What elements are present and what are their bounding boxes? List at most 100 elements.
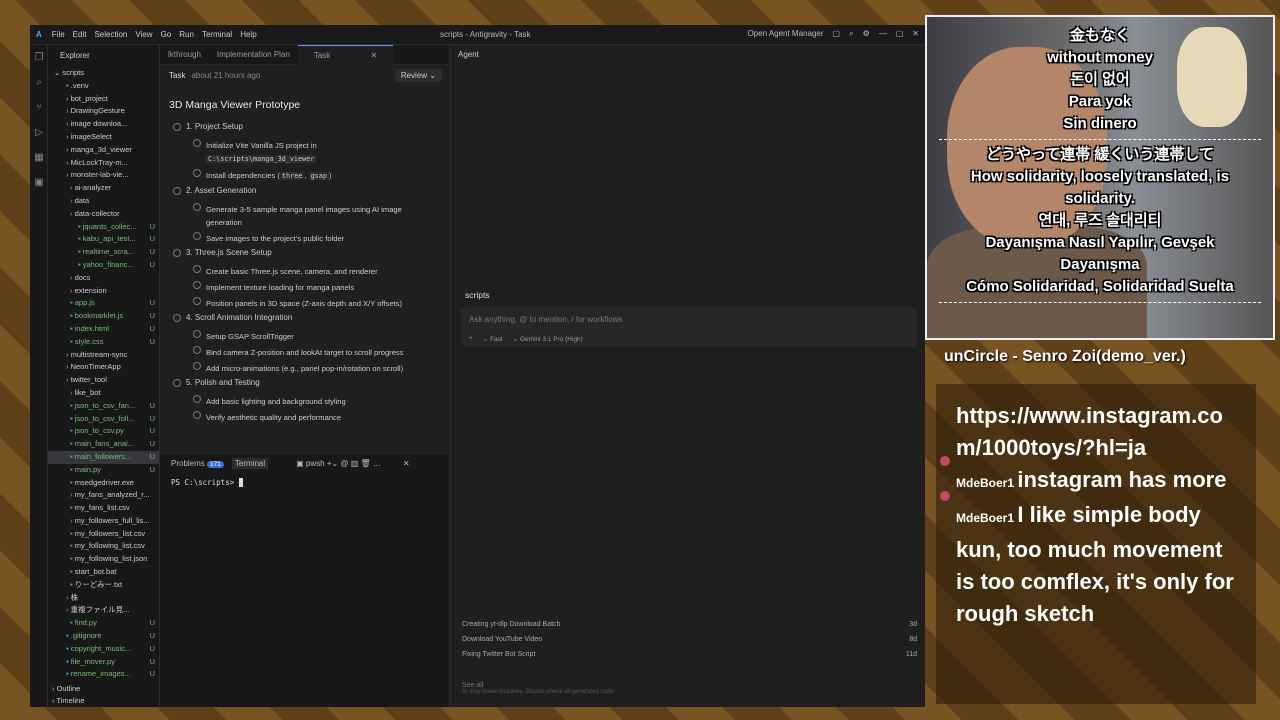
maximize-button[interactable]: ▢ xyxy=(896,29,904,39)
tree-item[interactable]: › multistream-sync xyxy=(48,349,159,362)
settings-icon[interactable]: ⚙ xyxy=(863,29,870,39)
tree-item[interactable]: ▪ start_bot.bat xyxy=(48,566,159,579)
tab-terminal[interactable]: Terminal xyxy=(231,457,269,469)
menu-item-terminal[interactable]: Terminal xyxy=(202,30,232,39)
tree-item[interactable]: › extension xyxy=(48,285,159,298)
checkbox-circle-icon[interactable] xyxy=(193,232,201,240)
tree-item[interactable]: ▪ index.html U xyxy=(48,323,159,336)
tree-item[interactable]: ▪ my_following_list.json xyxy=(48,553,159,566)
tab-walkthrough[interactable]: lkthrough xyxy=(160,50,209,59)
menu-item-view[interactable]: View xyxy=(135,30,152,39)
tree-item[interactable]: ▪ app.js U xyxy=(48,297,159,310)
tree-item[interactable]: › my_followers_full_lis... xyxy=(48,515,159,528)
tree-item[interactable]: › my_fans_analyzed_r... xyxy=(48,489,159,502)
checkbox-circle-icon[interactable] xyxy=(193,346,201,354)
task-item[interactable]: Save images to the project's public fold… xyxy=(193,232,438,245)
tree-item[interactable]: ▪ .gitignore U xyxy=(48,630,159,643)
tree-item[interactable]: ▪ .venv xyxy=(48,80,159,93)
tree-item[interactable]: › bot_project xyxy=(48,93,159,106)
see-all-link[interactable]: See all xyxy=(462,682,483,689)
outline-section[interactable]: › Outline xyxy=(52,684,80,693)
checkbox-circle-icon[interactable] xyxy=(193,362,201,370)
task-item[interactable]: Implement texture loading for manga pane… xyxy=(193,281,438,294)
source-control-icon[interactable]: ⑂ xyxy=(30,95,48,120)
tree-item[interactable]: ▪ main.py U xyxy=(48,464,159,477)
checkbox-circle-icon[interactable] xyxy=(193,330,201,338)
timeline-section[interactable]: › Timeline xyxy=(52,696,85,705)
tree-item[interactable]: › docs xyxy=(48,272,159,285)
tree-item[interactable]: ▪ yahoo_financ... U xyxy=(48,259,159,272)
menu-item-edit[interactable]: Edit xyxy=(73,30,87,39)
tree-item[interactable]: › manga_3d_viewer xyxy=(48,144,159,157)
menu-item-run[interactable]: Run xyxy=(179,30,194,39)
recent-conversation-item[interactable]: Creating yt-dlp Download Batch 3d xyxy=(462,621,917,636)
tree-item[interactable]: ▪ kabu_api_test... U xyxy=(48,233,159,246)
checkbox-circle-icon[interactable] xyxy=(193,139,201,147)
task-item[interactable]: Add micro-animations (e.g., panel pop-in… xyxy=(193,362,438,375)
task-item[interactable]: Install dependencies (three, gsap) xyxy=(193,169,438,183)
tree-item[interactable]: › image downloa... xyxy=(48,118,159,131)
tree-item[interactable]: › ai-analyzer xyxy=(48,182,159,195)
review-button[interactable]: Review ⌄ xyxy=(394,69,442,82)
tree-item[interactable]: ▪ json_to_csv.py U xyxy=(48,425,159,438)
tree-item[interactable]: › monster-lab-vie... xyxy=(48,169,159,182)
task-item[interactable]: Generate 3-5 sample manga panel images u… xyxy=(193,203,438,229)
menu-item-selection[interactable]: Selection xyxy=(94,30,127,39)
checkbox-circle-icon[interactable] xyxy=(193,203,201,211)
open-agent-manager-button[interactable]: Open Agent Manager xyxy=(747,29,823,39)
tree-item[interactable]: ▪ msedgedriver.exe xyxy=(48,477,159,490)
task-item[interactable]: Position panels in 3D space (Z-axis dept… xyxy=(193,297,438,310)
checkbox-circle-icon[interactable] xyxy=(193,395,201,403)
tree-item[interactable]: ▪ りーどみー.txt xyxy=(48,579,159,592)
tree-item[interactable]: ▪ find.py U xyxy=(48,617,159,630)
search-icon[interactable]: ⌕ xyxy=(849,29,853,39)
run-debug-icon[interactable]: ▷ xyxy=(30,120,48,145)
recent-conversation-item[interactable]: Fixing Twitter Bot Script 11d xyxy=(462,651,917,666)
extensions-icon[interactable]: ▦ xyxy=(30,145,48,170)
tree-item[interactable]: › NeonTimerApp xyxy=(48,361,159,374)
minimize-button[interactable]: — xyxy=(879,29,887,39)
add-icon[interactable]: + xyxy=(469,335,473,343)
close-button[interactable]: ✕ xyxy=(912,29,919,39)
tree-item[interactable]: ▪ main_followers... U xyxy=(48,450,159,464)
task-item[interactable]: Initialize Vite Vanilla JS project in C:\… xyxy=(193,139,438,166)
shell-selector[interactable]: ▣ pwsh +⌄ @ ▥ 🗑 … xyxy=(296,459,381,468)
task-item[interactable]: Verify aesthetic quality and performance xyxy=(193,411,438,424)
tree-item[interactable]: › data xyxy=(48,195,159,208)
menu-item-file[interactable]: File xyxy=(52,30,65,39)
tree-item[interactable]: ▪ my_fans_list.csv xyxy=(48,502,159,515)
checkbox-circle-icon[interactable] xyxy=(193,281,201,289)
menu-item-help[interactable]: Help xyxy=(240,30,256,39)
tree-item[interactable]: › data-collector xyxy=(48,208,159,221)
terminal-output[interactable]: PS C:\scripts> xyxy=(160,472,448,493)
mode-selector[interactable]: ⌄ Fast xyxy=(483,335,503,343)
close-icon[interactable]: ✕ xyxy=(363,51,386,60)
checkbox-circle-icon[interactable] xyxy=(193,169,201,177)
tree-item[interactable]: ▪ json_to_csv_fan... U xyxy=(48,400,159,413)
tree-item[interactable]: ▪ bookmarklet.js U xyxy=(48,310,159,323)
search-icon[interactable]: ⌕ xyxy=(30,70,48,95)
tree-item[interactable]: › like_bot xyxy=(48,387,159,400)
task-item[interactable]: Add basic lighting and background stylin… xyxy=(193,395,438,408)
tree-item[interactable]: ▪ json_to_csv_foll... U xyxy=(48,413,159,426)
tree-item[interactable]: ▪ rename_images... U xyxy=(48,668,159,681)
recent-conversation-item[interactable]: Download YouTube Video 8d xyxy=(462,636,917,651)
menu-item-go[interactable]: Go xyxy=(161,30,172,39)
tree-item[interactable]: › twitter_tool xyxy=(48,374,159,387)
task-item[interactable]: Setup GSAP ScrollTrigger xyxy=(193,330,438,343)
tree-item[interactable]: ▪ copyright_music... U xyxy=(48,643,159,656)
tree-item[interactable]: ▪ style.css U xyxy=(48,336,159,349)
tree-item[interactable]: › 重複ファイル見... xyxy=(48,604,159,617)
tree-item[interactable]: ▪ my_following_list.csv xyxy=(48,540,159,553)
tree-item[interactable]: ▪ realtime_scra... U xyxy=(48,246,159,259)
task-item[interactable]: Bind camera Z-position and lookAt target… xyxy=(193,346,438,359)
remote-icon[interactable]: ▣ xyxy=(30,170,48,195)
task-item[interactable]: Create basic Three.js scene, camera, and… xyxy=(193,265,438,278)
agent-input[interactable]: Ask anything, @ to mention, / for workfl… xyxy=(461,307,917,347)
checkbox-circle-icon[interactable] xyxy=(193,265,201,273)
checkbox-circle-icon[interactable] xyxy=(193,297,201,305)
tab-implementation-plan[interactable]: Implementation Plan xyxy=(209,50,298,59)
model-selector[interactable]: ⌄ Gemini 3.1 Pro (High) xyxy=(513,335,583,343)
tree-item[interactable]: › imageSelect xyxy=(48,131,159,144)
tree-item[interactable]: ▪ file_mover.py U xyxy=(48,656,159,669)
